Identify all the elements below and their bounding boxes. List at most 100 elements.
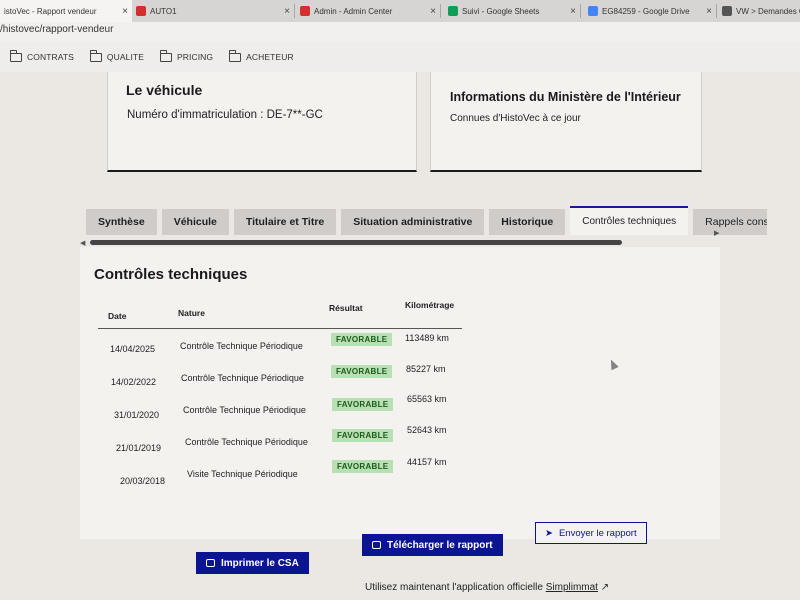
browser-tab-auto1[interactable]: AUTO1 ×	[132, 0, 294, 22]
ministry-card-title: Informations du Ministère de l'Intérieur	[450, 90, 681, 104]
tab-separator	[716, 4, 717, 18]
tab-historique[interactable]: Historique	[489, 209, 566, 235]
table-header-divider	[98, 328, 462, 329]
bookmark-acheteur[interactable]: ACHETEUR	[228, 50, 294, 62]
external-link-icon: ↗	[600, 582, 610, 593]
bookmark-label: ACHETEUR	[246, 52, 294, 62]
status-badge: FAVORABLE	[331, 365, 393, 378]
status-badge: FAVORABLE	[331, 333, 393, 346]
ct-nature: Contrôle Technique Périodique	[185, 437, 308, 447]
report-tabs: Synthèse Véhicule Titulaire et Titre Sit…	[86, 206, 768, 235]
close-icon[interactable]: ×	[570, 6, 576, 17]
folder-icon	[159, 50, 172, 62]
printer-icon	[206, 559, 215, 567]
ct-date: 31/01/2020	[114, 410, 160, 420]
browser-tab-vw[interactable]: VW > Demandes Cons	[718, 0, 800, 22]
ct-km: 52643 km	[407, 425, 447, 435]
url-text: /histovec/rapport-vendeur	[0, 24, 114, 35]
close-icon[interactable]: ×	[122, 6, 128, 17]
send-report-label: Envoyer le rapport	[558, 527, 637, 539]
bookmark-qualite[interactable]: QUALITE	[89, 50, 144, 62]
tab-vehicule[interactable]: Véhicule	[161, 209, 229, 235]
address-bar[interactable]: /histovec/rapport-vendeur	[0, 22, 800, 42]
plate-number: Numéro d'immatriculation : DE-7**-GC	[127, 109, 323, 121]
ct-date: 14/04/2025	[110, 344, 156, 354]
google-drive-icon	[588, 6, 598, 16]
close-icon[interactable]: ×	[284, 6, 290, 17]
tab-synthese[interactable]: Synthèse	[86, 209, 157, 235]
auto1-favicon-icon	[136, 6, 146, 16]
close-icon[interactable]: ×	[706, 6, 712, 17]
ct-date: 20/03/2018	[120, 476, 166, 486]
tab-separator	[580, 4, 581, 18]
folder-icon	[89, 50, 102, 62]
ct-nature: Contrôle Technique Périodique	[183, 405, 306, 415]
download-report-label: Télécharger le rapport	[387, 539, 493, 551]
column-header-km: Kilométrage	[405, 300, 455, 310]
bookmark-label: CONTRATS	[27, 52, 74, 62]
ct-date: 21/01/2019	[116, 443, 162, 453]
ministry-card-text: Connues d'HistoVec à ce jour	[450, 113, 581, 124]
tab-title: Admin - Admin Center	[314, 6, 393, 16]
page-content: Le véhicule Numéro d'immatriculation : D…	[0, 72, 800, 600]
ct-km: 65563 km	[407, 394, 447, 404]
scroll-left-icon[interactable]: ◀	[80, 239, 85, 247]
vehicle-card-title: Le véhicule	[126, 82, 203, 98]
close-icon[interactable]: ×	[430, 6, 436, 17]
tab-title: AUTO1	[150, 6, 177, 16]
folder-icon	[9, 50, 22, 62]
footer-note: Utilisez maintenant l'application offici…	[365, 582, 609, 593]
column-header-result: Résultat	[329, 303, 363, 313]
admin-favicon-icon	[300, 6, 310, 16]
ct-km: 113489 km	[405, 333, 449, 343]
ministry-card: Informations du Ministère de l'Intérieur…	[430, 72, 702, 172]
browser-tab-histovec[interactable]: istoVec - Rapport vendeur ×	[0, 0, 132, 22]
tab-title: EG84259 - Google Drive	[602, 6, 690, 16]
controles-techniques-panel: Contrôles techniques Date Nature Résulta…	[80, 247, 720, 539]
column-header-date: Date	[108, 311, 127, 321]
tab-rappels-constructeur[interactable]: Rappels constru	[693, 209, 768, 235]
ct-km: 44157 km	[407, 457, 447, 467]
tab-title: VW > Demandes Cons	[736, 6, 800, 16]
bookmark-pricing[interactable]: PRICING	[159, 50, 214, 62]
print-csa-button[interactable]: Imprimer le CSA	[196, 552, 309, 574]
bookmark-contrats[interactable]: CONTRATS	[9, 50, 74, 62]
tab-titulaire[interactable]: Titulaire et Titre	[233, 209, 337, 235]
column-header-nature: Nature	[178, 308, 205, 318]
status-badge: FAVORABLE	[332, 398, 394, 411]
browser-tab-strip: istoVec - Rapport vendeur × AUTO1 × Admi…	[0, 0, 800, 22]
browser-tab-sheets[interactable]: Suivi - Google Sheets ×	[444, 0, 580, 22]
tab-separator	[294, 4, 295, 18]
bookmarks-bar: CONTRATS QUALITE PRICING ACHETEUR	[0, 42, 800, 72]
tab-title: istoVec - Rapport vendeur	[4, 6, 97, 16]
ct-nature: Visite Technique Périodique	[187, 469, 298, 479]
send-arrow-icon: ➤	[545, 527, 553, 539]
tab-title: Suivi - Google Sheets	[462, 6, 540, 16]
ct-nature: Contrôle Technique Périodique	[181, 373, 304, 383]
vw-favicon-icon	[722, 6, 732, 16]
vehicle-card: Le véhicule Numéro d'immatriculation : D…	[107, 72, 417, 172]
section-title: Contrôles techniques	[94, 266, 248, 283]
browser-tab-admin[interactable]: Admin - Admin Center ×	[296, 0, 440, 22]
bookmark-label: QUALITE	[106, 52, 144, 62]
printer-icon	[372, 541, 381, 549]
status-badge: FAVORABLE	[332, 460, 394, 473]
scroll-right-icon[interactable]: ▶	[714, 229, 719, 237]
tab-separator	[440, 4, 441, 18]
ct-km: 85227 km	[406, 364, 446, 374]
tabs-scrollbar[interactable]	[90, 240, 622, 245]
tab-situation-administrative[interactable]: Situation administrative	[341, 209, 485, 235]
bookmark-label: PRICING	[177, 52, 214, 62]
simplimmat-link[interactable]: Simplimmat	[546, 582, 598, 593]
tab-controles-techniques[interactable]: Contrôles techniques	[570, 206, 689, 235]
ct-nature: Contrôle Technique Périodique	[180, 341, 303, 351]
footer-text: Utilisez maintenant l'application offici…	[365, 582, 546, 593]
browser-tab-drive[interactable]: EG84259 - Google Drive ×	[584, 0, 716, 22]
google-sheets-icon	[448, 6, 458, 16]
ct-date: 14/02/2022	[111, 377, 157, 387]
status-badge: FAVORABLE	[332, 429, 394, 442]
send-report-button[interactable]: ➤ Envoyer le rapport	[535, 522, 647, 544]
download-report-button[interactable]: Télécharger le rapport	[362, 534, 503, 556]
print-csa-label: Imprimer le CSA	[221, 557, 299, 569]
folder-icon	[228, 50, 242, 62]
